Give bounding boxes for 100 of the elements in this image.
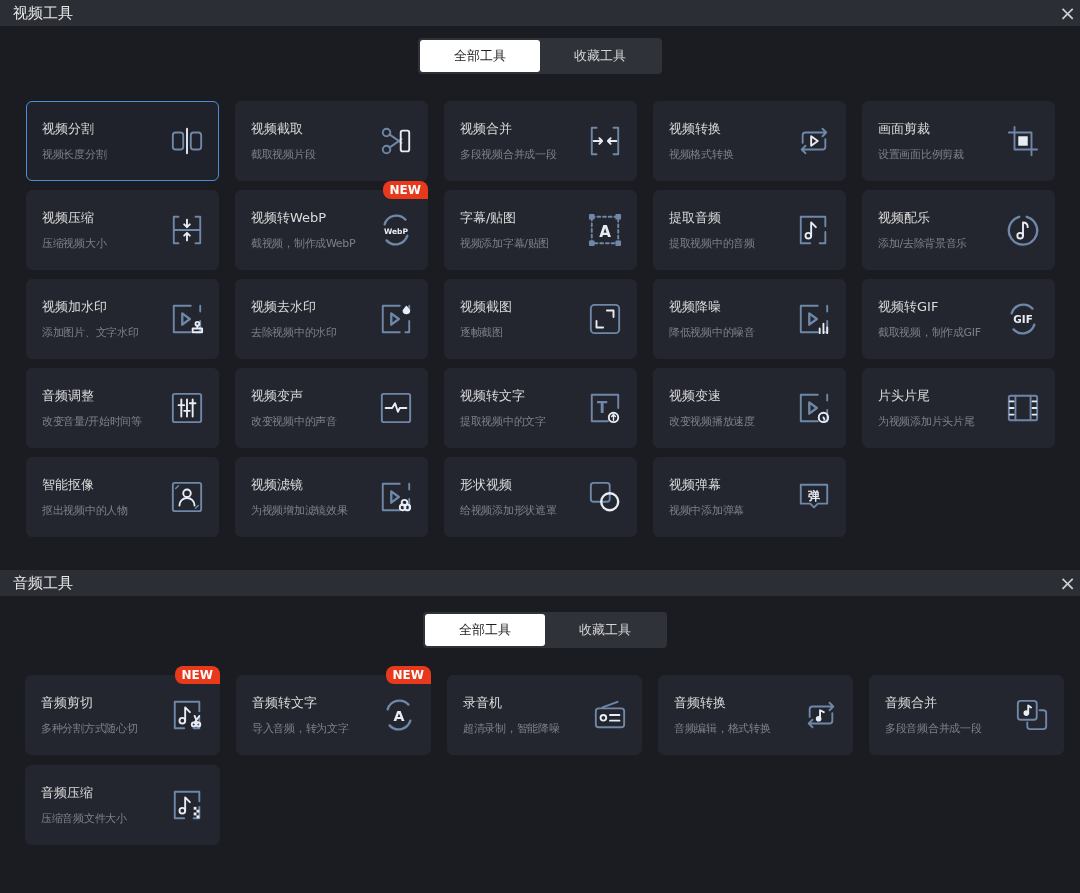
tool-description: 视频长度分割 [42, 147, 107, 162]
tool-icon [588, 480, 622, 514]
tool-title: 音频压缩 [41, 784, 94, 802]
tool-description: 截视频，制作成WebP [251, 236, 356, 251]
tool-description: 音频编辑，格式转换 [674, 721, 771, 736]
tool-description: 超清录制，智能降噪 [463, 721, 560, 736]
tool-card[interactable]: 视频压缩 压缩视频大小 [26, 190, 219, 270]
tool-title: 视频变声 [251, 387, 304, 405]
tool-card[interactable]: 视频配乐 添加/去除背景音乐 [862, 190, 1055, 270]
tool-card[interactable]: 视频分割 视频长度分割 [26, 101, 219, 181]
tool-card[interactable]: 视频截取 截取视频片段 [235, 101, 428, 181]
tool-icon [170, 391, 204, 425]
tool-description: 多种分割方式随心切 [41, 721, 138, 736]
tool-description: 截取视频，制作成GIF [878, 325, 981, 340]
tab[interactable]: 收藏工具 [540, 40, 660, 72]
new-badge: NEW [385, 666, 431, 684]
tab[interactable]: 全部工具 [425, 614, 545, 646]
tool-title: 智能抠像 [42, 476, 95, 494]
tool-icon [379, 302, 413, 336]
close-button[interactable]: × [1055, 3, 1080, 23]
new-badge: NEW [174, 666, 220, 684]
tool-title: 视频合并 [460, 120, 513, 138]
tool-card[interactable]: 视频去水印 去除视频中的水印 [235, 279, 428, 359]
tool-title: 视频配乐 [878, 209, 931, 227]
tool-title: 视频滤镜 [251, 476, 304, 494]
tab[interactable]: 全部工具 [420, 40, 540, 72]
tool-title: 音频合并 [885, 694, 938, 712]
tool-card[interactable]: 视频合并 多段视频合并成一段 [444, 101, 637, 181]
tool-card[interactable]: 视频滤镜 为视频增加滤镜效果 [235, 457, 428, 537]
tool-description: 视频添加字幕/贴图 [460, 236, 549, 251]
tool-title: 录音机 [463, 694, 503, 712]
tool-title: 音频转文字 [252, 694, 318, 712]
tool-title: 视频分割 [42, 120, 95, 138]
tool-title: 音频转换 [674, 694, 727, 712]
tool-card[interactable]: 视频截图 逐帧截图 [444, 279, 637, 359]
tab[interactable]: 收藏工具 [545, 614, 665, 646]
tool-card[interactable]: 音频转换 音频编辑，格式转换 [658, 675, 853, 755]
tool-icon [1015, 698, 1049, 732]
tool-description: 压缩视频大小 [42, 236, 107, 251]
tool-icon [1006, 213, 1040, 247]
tool-icon [170, 302, 204, 336]
tool-description: 给视频添加形状遮罩 [460, 503, 557, 518]
close-button[interactable]: × [1055, 573, 1080, 593]
tool-card[interactable]: 视频转GIF 截取视频，制作成GIF GIF [862, 279, 1055, 359]
tool-title: 视频降噪 [669, 298, 722, 316]
tool-description: 提取视频中的音频 [669, 236, 755, 251]
panel-title: 音频工具 [13, 573, 73, 593]
tool-icon [588, 124, 622, 158]
tool-title: 字幕/贴图 [460, 209, 518, 227]
tool-title: 视频压缩 [42, 209, 95, 227]
tool-title: 视频转WebP [251, 209, 328, 227]
tool-card[interactable]: 录音机 超清录制，智能降噪 [447, 675, 642, 755]
tool-description: 去除视频中的水印 [251, 325, 337, 340]
tool-card[interactable]: 视频转换 视频格式转换 [653, 101, 846, 181]
tool-title: 画面剪裁 [878, 120, 931, 138]
tool-title: 提取音频 [669, 209, 722, 227]
tool-card[interactable]: 画面剪裁 设置画面比例剪裁 [862, 101, 1055, 181]
tool-title: 片头片尾 [878, 387, 931, 405]
tool-card[interactable]: 智能抠像 抠出视频中的人物 [26, 457, 219, 537]
tool-icon [379, 391, 413, 425]
tool-card[interactable]: 音频调整 改变音量/开始时间等 [26, 368, 219, 448]
tool-icon [170, 480, 204, 514]
tool-description: 压缩音频文件大小 [41, 811, 127, 826]
tool-title: 视频截图 [460, 298, 512, 316]
tool-description: 逐帧截图 [460, 325, 504, 340]
tool-title: 视频弹幕 [669, 476, 722, 494]
tool-description: 为视频增加滤镜效果 [251, 503, 348, 518]
tool-description: 改变音量/开始时间等 [42, 414, 142, 429]
panel-title: 视频工具 [13, 3, 73, 23]
tool-description: 设置画面比例剪裁 [878, 147, 964, 162]
tool-card[interactable]: 音频压缩 压缩音频文件大小 [25, 765, 220, 845]
tool-description: 提取视频中的文字 [460, 414, 546, 429]
tool-description: 改变视频中的声音 [251, 414, 337, 429]
tool-icon [797, 302, 831, 336]
tool-description: 视频中添加弹幕 [669, 503, 744, 518]
tool-title: 形状视频 [460, 476, 513, 494]
tool-title: 视频转换 [669, 120, 722, 138]
tool-card[interactable]: 视频弹幕 视频中添加弹幕 弹 [653, 457, 846, 537]
tool-card[interactable]: 片头片尾 为视频添加片头片尾 [862, 368, 1055, 448]
tool-card[interactable]: 视频加水印 添加图片、文字水印 [26, 279, 219, 359]
tool-card[interactable]: 视频降噪 降低视频中的噪音 [653, 279, 846, 359]
tool-description: 多段音频合并成一段 [885, 721, 982, 736]
tool-title: 音频剪切 [41, 694, 94, 712]
tool-card[interactable]: 形状视频 给视频添加形状遮罩 [444, 457, 637, 537]
tool-description: 抠出视频中的人物 [42, 503, 128, 518]
tool-title: 音频调整 [42, 387, 95, 405]
tool-description: 视频格式转换 [669, 147, 734, 162]
tool-description: 添加/去除背景音乐 [878, 236, 967, 251]
tool-icon [797, 391, 831, 425]
tool-description: 导入音频，转为文字 [252, 721, 349, 736]
tool-card[interactable]: 提取音频 提取视频中的音频 [653, 190, 846, 270]
tool-icon [379, 480, 413, 514]
tool-title: 视频加水印 [42, 298, 108, 316]
tool-title: 视频转GIF [878, 298, 940, 316]
tool-description: 降低视频中的噪音 [669, 325, 755, 340]
tool-card[interactable]: 视频变声 改变视频中的声音 [235, 368, 428, 448]
tool-card[interactable]: 字幕/贴图 视频添加字幕/贴图 A [444, 190, 637, 270]
tool-card[interactable]: 视频变速 改变视频播放速度 [653, 368, 846, 448]
tool-card[interactable]: 音频合并 多段音频合并成一段 [869, 675, 1064, 755]
tool-card[interactable]: 视频转文字 提取视频中的文字 T [444, 368, 637, 448]
